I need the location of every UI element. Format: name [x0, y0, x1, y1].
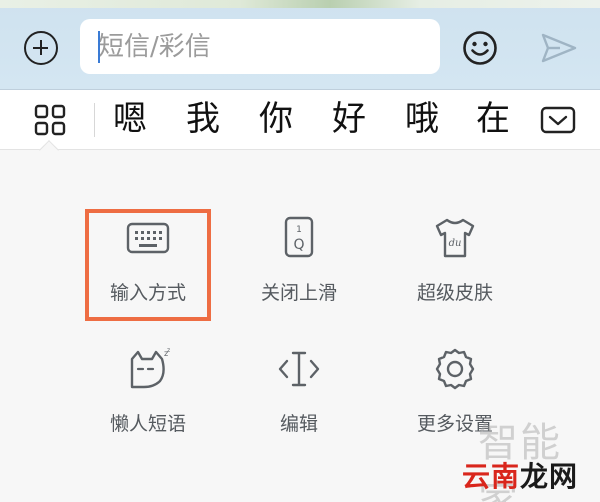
watermark-logo-part1: 云南	[462, 460, 521, 493]
tile-label: 超级皮肤	[416, 282, 493, 304]
edit-button[interactable]: 编辑	[209, 347, 389, 467]
candidate-separator	[94, 103, 95, 137]
candidate-bar: 嗯 我 你 好 哦 在	[0, 90, 600, 150]
candidate-word[interactable]: 你	[259, 99, 293, 139]
candidate-word[interactable]: 好	[332, 99, 366, 139]
swipe-key-icon: 1 Q	[284, 216, 314, 258]
message-input[interactable]	[80, 19, 440, 74]
svg-text:z: z	[167, 347, 170, 354]
sleepy-cat-icon: z z	[130, 347, 170, 389]
disable-swipe-button[interactable]: 1 Q 关闭上滑	[209, 216, 389, 336]
text-caret	[98, 31, 100, 63]
text-cursor-icon	[278, 351, 320, 387]
send-icon[interactable]	[540, 32, 578, 64]
watermark-logo: 云南龙网	[462, 455, 578, 495]
add-attachment-button[interactable]	[24, 31, 58, 65]
emoji-icon[interactable]	[462, 30, 498, 66]
svg-text:1: 1	[296, 225, 302, 235]
watermark-logo-part2: 龙网	[520, 460, 579, 493]
candidate-word[interactable]: 哦	[405, 99, 439, 139]
tile-label: 编辑	[279, 413, 318, 435]
grid-menu-icon[interactable]	[34, 104, 66, 136]
candidate-word[interactable]: 我	[186, 99, 220, 139]
wallpaper-strip	[0, 0, 600, 8]
highlight-box	[85, 209, 211, 321]
super-skin-button[interactable]: du 超级皮肤	[365, 216, 545, 336]
svg-text:du: du	[449, 238, 462, 249]
svg-text:Q: Q	[293, 237, 304, 253]
candidate-word[interactable]: 嗯	[113, 99, 147, 139]
gear-icon	[435, 348, 475, 390]
collapse-keyboard-icon[interactable]	[540, 104, 576, 136]
candidate-word[interactable]: 在	[476, 99, 510, 139]
tile-label: 关闭上滑	[260, 282, 337, 304]
compose-bar	[0, 0, 600, 90]
tshirt-skin-icon: du	[435, 218, 475, 258]
